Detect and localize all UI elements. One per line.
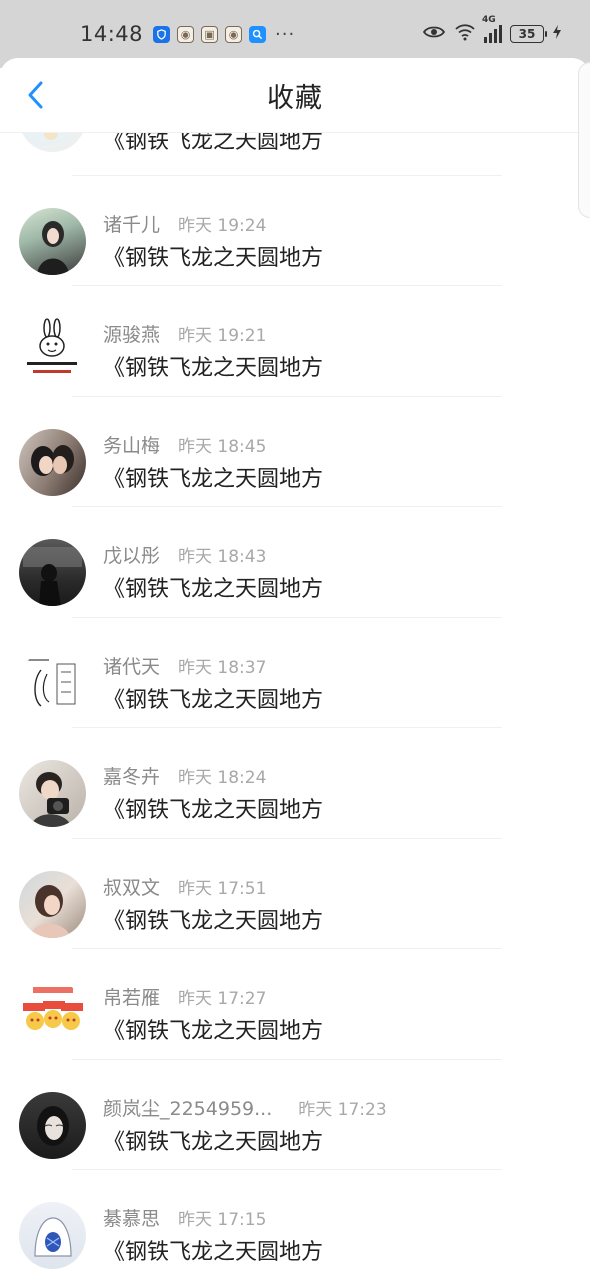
item-meta: 务山梅 昨天 18:45 (103, 431, 266, 458)
user-name: 务山梅 (103, 434, 161, 457)
avatar (19, 981, 86, 1048)
item-content: 《钢铁飞龙之天圆地方 (103, 466, 324, 492)
list-item[interactable]: 帛若雁 昨天 17:27 《钢铁飞龙之天圆地方 (0, 949, 590, 1060)
list-item[interactable]: 务山梅 昨天 18:45 《钢铁飞龙之天圆地方 (0, 397, 590, 507)
item-meta: 帛若雁 昨天 17:27 (103, 983, 266, 1010)
shield-icon (153, 25, 171, 43)
avatar (19, 1202, 86, 1269)
network-type: 4G (482, 15, 496, 25)
item-content: 《钢铁飞龙之天圆地方 (103, 245, 324, 271)
battery-level: 35 (518, 27, 536, 41)
avatar (19, 649, 86, 717)
user-name: 帛若雁 (103, 987, 161, 1009)
list-item[interactable]: 嘉冬卉 昨天 18:24 《钢铁飞龙之天圆地方 (0, 728, 590, 839)
signal-icon: 4G (482, 15, 502, 43)
app-icon: ▣ (201, 25, 219, 43)
item-meta: 綦慕思 昨天 17:15 (103, 1204, 266, 1231)
item-meta: 诸代天 昨天 18:37 (103, 652, 266, 679)
item-meta: 源骏燕 昨天 19:21 (103, 320, 266, 347)
avatar (19, 207, 86, 275)
battery-icon: 35 (510, 25, 547, 43)
timestamp: 昨天 17:15 (178, 1210, 267, 1230)
list-item[interactable]: 叔双文 昨天 17:51 《钢铁飞龙之天圆地方 (0, 839, 590, 949)
user-name: 颜岚尘_2254959... (103, 1097, 273, 1120)
avatar (19, 318, 86, 385)
timestamp: 昨天 19:21 (178, 326, 267, 346)
item-content: 《钢铁飞龙之天圆地方 (103, 908, 324, 934)
list-item[interactable]: 诸代天 昨天 18:37 《钢铁飞龙之天圆地方 (0, 618, 590, 728)
item-meta: 诸千儿 昨天 19:24 (103, 210, 266, 237)
list-item[interactable]: 颜岚尘_2254959... 昨天 17:23 《钢铁飞龙之天圆地方 (0, 1060, 590, 1170)
status-time: 14:48 (80, 22, 144, 46)
favorites-list: 《钢铁飞龙之天圆地方 诸千儿 昨天 19:24 《钢铁飞龙之天圆地方 源骏燕 昨… (0, 65, 590, 1280)
page-title: 收藏 (267, 82, 323, 114)
item-meta: 戊以彤 昨天 18:43 (103, 541, 266, 568)
item-meta: 嘉冬卉 昨天 18:24 (103, 762, 266, 789)
timestamp: 昨天 17:23 (298, 1099, 387, 1120)
app-icon: ◉ (225, 25, 243, 43)
avatar (19, 1091, 86, 1159)
item-meta: 叔双文 昨天 17:51 (103, 873, 266, 900)
list-item[interactable]: 綦慕思 昨天 17:15 《钢铁飞龙之天圆地方 (0, 1170, 590, 1280)
user-name: 叔双文 (103, 876, 161, 899)
item-content: 《钢铁飞龙之天圆地方 (103, 1129, 324, 1155)
avatar (19, 760, 86, 827)
item-content: 《钢铁飞龙之天圆地方 (103, 577, 324, 602)
list-item[interactable]: 源骏燕 昨天 19:21 《钢铁飞龙之天圆地方 (0, 286, 590, 397)
item-meta: 颜岚尘_2254959... 昨天 17:23 (103, 1094, 387, 1121)
user-name: 嘉冬卉 (103, 766, 161, 788)
user-name: 戊以彤 (103, 545, 161, 567)
avatar (19, 539, 86, 606)
wifi-icon (454, 23, 476, 45)
app-icon: ◉ (177, 25, 195, 43)
list-item[interactable]: 诸千儿 昨天 19:24 《钢铁飞龙之天圆地方 (0, 176, 590, 286)
page-header: 收藏 (0, 58, 590, 132)
chevron-left-icon (28, 81, 43, 109)
search-icon (249, 25, 267, 43)
user-name: 綦慕思 (103, 1208, 161, 1230)
timestamp: 昨天 18:45 (178, 436, 267, 457)
back-button[interactable] (18, 76, 52, 114)
timestamp: 昨天 19:24 (178, 215, 267, 236)
avatar (19, 428, 86, 496)
timestamp: 昨天 18:37 (178, 657, 267, 678)
timestamp: 昨天 18:24 (178, 768, 267, 788)
user-name: 诸千儿 (103, 213, 161, 236)
side-drawer-handle[interactable] (578, 62, 590, 218)
item-content: 《钢铁飞龙之天圆地方 (103, 356, 324, 381)
item-content: 《钢铁飞龙之天圆地方 (103, 1019, 324, 1044)
eye-icon (422, 24, 446, 44)
more-icon: ··· (275, 23, 296, 45)
user-name: 源骏燕 (103, 324, 161, 346)
timestamp: 昨天 17:27 (178, 989, 267, 1009)
timestamp: 昨天 17:51 (178, 878, 267, 899)
charging-icon (552, 24, 562, 44)
item-content: 《钢铁飞龙之天圆地方 (103, 1240, 324, 1265)
item-content: 《钢铁飞龙之天圆地方 (103, 798, 324, 823)
timestamp: 昨天 18:43 (178, 547, 267, 567)
item-content: 《钢铁飞龙之天圆地方 (103, 687, 324, 713)
user-name: 诸代天 (103, 655, 161, 678)
list-item[interactable]: 戊以彤 昨天 18:43 《钢铁飞龙之天圆地方 (0, 507, 590, 618)
avatar (19, 870, 86, 938)
